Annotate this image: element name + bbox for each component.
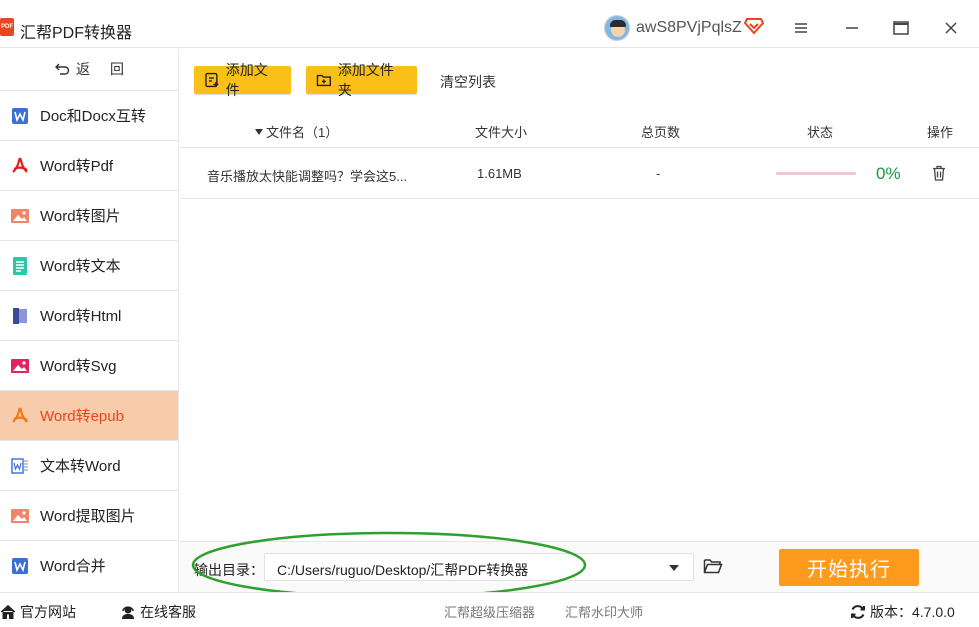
minimize-button[interactable] [838,14,866,42]
back-button[interactable]: 返回 [0,49,178,89]
folder-open-icon[interactable] [703,557,723,575]
sidebar-item-label: 文本转Word [40,458,121,475]
word-w-icon [12,107,28,124]
sort-down-icon [255,128,263,135]
refresh-icon [851,605,865,619]
sidebar-item-doc-docx[interactable]: Doc和Docx互转 [0,90,178,140]
website-label: 官方网站 [20,604,76,620]
table-row[interactable]: 音乐播放太快能调整吗？学会这5... 1.61MB - 0% [180,149,979,199]
close-icon [945,22,957,34]
add-file-button[interactable]: 添加文件 [194,62,291,98]
sidebar-item-label: Word提取图片 [40,508,136,525]
toolbar: 添加文件 添加文件夹 清空列表 [180,49,979,109]
epub-icon [12,407,28,423]
actions-column-header: 操作 [927,125,954,140]
sidebar-item-word-pdf[interactable]: Word转Pdf [0,140,178,190]
sidebar-item-word-image[interactable]: Word转图片 [0,190,178,240]
sidebar-item-word-svg[interactable]: Word转Svg [0,340,178,390]
row-pages: - [656,166,661,181]
trash-icon[interactable] [932,165,946,181]
username[interactable]: awS8PVjPqlsZ [636,19,742,37]
output-dir-label: 输出目录： [194,562,264,578]
official-website-link[interactable]: 官方网站 [0,602,76,622]
back-label-2: 回 [110,61,124,77]
status-column-header: 状态 [807,125,834,140]
add-folder-icon [316,74,332,87]
online-support-link[interactable]: 在线客服 [120,602,196,622]
output-dir-value: C:/Users/ruguo/Desktop/汇帮PDF转换器 [277,562,529,578]
sidebar-item-label: Word转epub [40,408,124,425]
menu-button[interactable] [787,14,815,42]
compressor-link[interactable]: 汇帮超级压缩器 [444,602,535,621]
output-bar: 输出目录： C:/Users/ruguo/Desktop/汇帮PDF转换器 开始… [180,541,979,592]
version-info[interactable]: 版本： 4.7.0.0 [850,602,955,622]
watermark-link[interactable]: 汇帮水印大师 [565,602,643,621]
sidebar-item-word-text[interactable]: Word转文本 [0,240,178,290]
file-table-header: 文件名（1） 文件大小 总页数 状态 操作 [180,110,979,148]
sidebar-item-label: Word转Pdf [40,158,114,175]
pdf-icon [12,157,28,173]
maximize-icon [893,21,909,35]
progress-bar [776,172,856,175]
sidebar-item-word-epub[interactable]: Word转epub [0,390,178,440]
hamburger-icon [795,23,807,33]
text-to-word-icon [11,457,28,474]
app-title: 汇帮PDF转换器 [20,25,133,42]
row-filesize: 1.61MB [477,166,522,181]
html-book-icon [13,307,27,324]
chevron-down-icon [669,565,679,571]
pages-column-header: 总页数 [641,125,681,140]
size-column-header: 文件大小 [475,125,528,140]
svg-image-icon [11,358,29,373]
image-icon [11,208,29,223]
add-file-icon [205,72,219,88]
filename-header-label: 文件名（1） [266,125,339,140]
sidebar-item-label: Word合并 [40,558,106,575]
sidebar-item-label: Doc和Docx互转 [40,108,146,125]
sidebar-item-word-html[interactable]: Word转Html [0,290,178,340]
close-button[interactable] [937,14,965,42]
row-filename: 音乐播放太快能调整吗？学会这5... [207,169,408,184]
vip-diamond-icon[interactable] [744,17,764,35]
sidebar-item-label: Word转文本 [40,258,121,275]
user-avatar[interactable] [604,15,630,41]
start-button[interactable]: 开始执行 [779,549,919,586]
footer: 官方网站 在线客服 汇帮超级压缩器 汇帮水印大师 版本： 4.7.0.0 [0,592,979,627]
maximize-button[interactable] [887,14,915,42]
add-file-label: 添加文件 [225,62,268,98]
title-bar: PDF 汇帮PDF转换器 awS8PVjPqlsZ [0,0,979,48]
back-label: 返 [76,61,104,77]
progress-percent: 0% [876,164,901,183]
version-label: 版本： [870,604,912,620]
sidebar-item-label: Word转Svg [40,358,117,375]
home-icon [0,604,16,619]
add-folder-label: 添加文件夹 [337,62,394,98]
minimize-icon [846,27,858,29]
back-arrow-icon [55,63,70,75]
sidebar-item-text-word[interactable]: 文本转Word [0,440,178,490]
extract-image-icon [11,508,29,523]
text-doc-icon [13,256,27,275]
app-logo-icon: PDF [0,18,14,36]
sidebar-item-label: Word转Html [40,308,122,325]
sidebar-item-word-merge[interactable]: Word合并 [0,540,178,590]
filename-column-header[interactable]: 文件名（1） [254,122,338,141]
sidebar: 返回 Doc和Docx互转 Word转Pdf Word转图片 Word转文本 W… [0,49,179,592]
version-number: 4.7.0.0 [912,604,955,620]
clear-list-button[interactable]: 清空列表 [440,72,496,92]
add-folder-button[interactable]: 添加文件夹 [306,62,417,98]
headset-icon [122,606,134,619]
avatar-hair [610,20,626,27]
output-dir-select[interactable]: C:/Users/ruguo/Desktop/汇帮PDF转换器 [264,553,694,581]
sidebar-item-extract-image[interactable]: Word提取图片 [0,490,178,540]
word-merge-icon [12,557,28,574]
support-label: 在线客服 [140,604,196,620]
sidebar-item-label: Word转图片 [40,208,121,225]
